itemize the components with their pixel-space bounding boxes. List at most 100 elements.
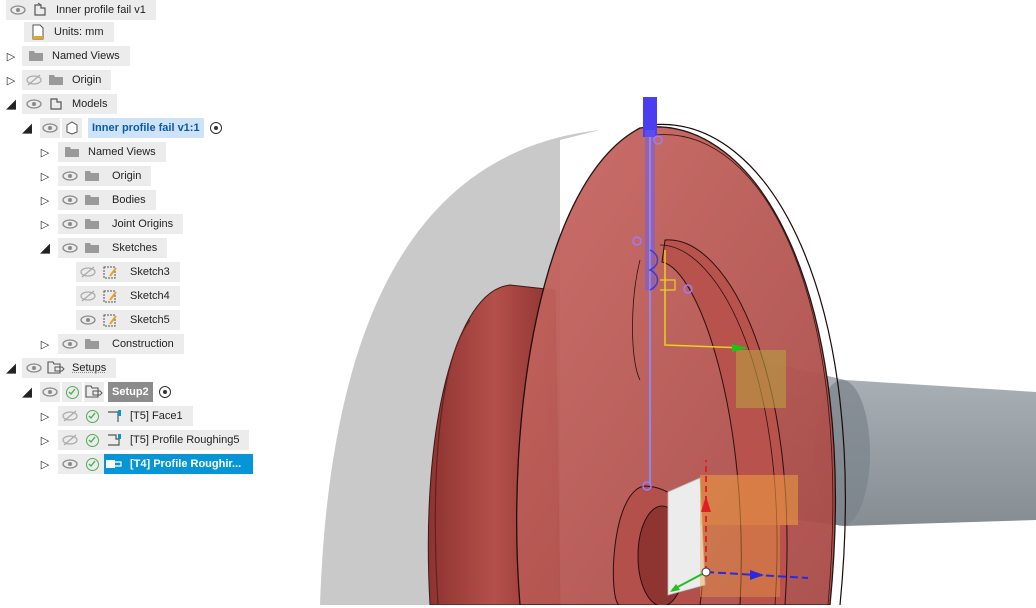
eye-icon[interactable] bbox=[60, 190, 80, 210]
check-circle-icon bbox=[62, 382, 82, 402]
bodies-label: Bodies bbox=[112, 194, 146, 206]
eye-icon[interactable] bbox=[78, 310, 98, 330]
folder-icon bbox=[82, 190, 102, 210]
joint-origins-label: Joint Origins bbox=[112, 218, 174, 230]
eye-icon[interactable] bbox=[8, 0, 28, 20]
op-profile-roughing5-label: [T5] Profile Roughing5 bbox=[130, 434, 240, 446]
root-document-label: Inner profile fail v1 bbox=[56, 4, 146, 16]
browser-item-setup2[interactable]: ◢ Setup2 bbox=[20, 382, 171, 402]
body-cube-icon bbox=[62, 118, 82, 138]
folder-icon bbox=[26, 46, 46, 66]
browser-item-models[interactable]: ◢ Models bbox=[4, 94, 118, 114]
profile-roughing-icon bbox=[104, 454, 124, 474]
units-document-icon bbox=[28, 22, 48, 42]
eye-icon[interactable] bbox=[24, 94, 44, 114]
browser-item-origin[interactable]: ▷ Origin bbox=[4, 70, 112, 90]
tool-box-lower bbox=[700, 475, 798, 525]
eye-icon[interactable] bbox=[24, 358, 44, 378]
eye-icon[interactable] bbox=[60, 214, 80, 234]
setup-icon bbox=[84, 382, 104, 402]
browser-item-comp-origin[interactable]: ▷ Origin bbox=[38, 166, 152, 186]
units-row[interactable]: Units: mm bbox=[24, 22, 114, 42]
browser-item-named-views[interactable]: ▷ Named Views bbox=[4, 46, 130, 66]
face-operation-icon bbox=[104, 406, 124, 426]
named-views-label: Named Views bbox=[52, 50, 120, 62]
browser-item-component[interactable]: ◢ Inner profile fail v1:1 bbox=[20, 118, 222, 138]
comp-named-views-label: Named Views bbox=[88, 146, 156, 158]
folder-icon bbox=[82, 214, 102, 234]
browser-item-bodies[interactable]: ▷ Bodies bbox=[38, 190, 156, 210]
sketch-icon bbox=[100, 262, 120, 282]
expand-arrow-icon[interactable]: ▷ bbox=[38, 430, 52, 450]
sketch3-label: Sketch3 bbox=[130, 266, 170, 278]
eye-icon[interactable] bbox=[40, 118, 60, 138]
sketches-label: Sketches bbox=[112, 242, 158, 254]
expand-arrow-icon[interactable]: ▷ bbox=[38, 190, 52, 210]
expand-arrow-icon[interactable]: ▷ bbox=[38, 454, 52, 474]
browser-item-construction[interactable]: ▷ Construction bbox=[38, 334, 184, 354]
eye-icon[interactable] bbox=[60, 166, 80, 186]
models-label: Models bbox=[72, 98, 108, 110]
eye-hidden-icon[interactable] bbox=[78, 262, 98, 282]
eye-icon[interactable] bbox=[40, 382, 60, 402]
expand-arrow-icon[interactable]: ▷ bbox=[38, 166, 52, 186]
sketch4-label: Sketch4 bbox=[130, 290, 170, 302]
setups-folder-icon bbox=[46, 358, 66, 378]
activate-component-radio[interactable] bbox=[209, 122, 222, 134]
op-face1-label: [T5] Face1 bbox=[130, 410, 183, 422]
units-label: Units: mm bbox=[54, 26, 104, 38]
sketch-icon bbox=[100, 310, 120, 330]
setups-label: Setups bbox=[72, 362, 107, 374]
comp-origin-label: Origin bbox=[112, 170, 142, 182]
expand-arrow-icon[interactable]: ▷ bbox=[38, 406, 52, 426]
expand-arrow-icon[interactable]: ▷ bbox=[4, 46, 18, 66]
browser-item-comp-named-views[interactable]: ▷ Named Views bbox=[38, 142, 166, 162]
origin-label: Origin bbox=[72, 74, 102, 86]
folder-icon bbox=[46, 70, 66, 90]
expand-arrow-icon[interactable]: ▷ bbox=[4, 70, 18, 90]
browser-item-setups[interactable]: ◢ Setups bbox=[4, 358, 117, 378]
eye-icon[interactable] bbox=[60, 334, 80, 354]
expand-arrow-icon[interactable]: ▷ bbox=[38, 214, 52, 234]
eye-hidden-icon[interactable] bbox=[78, 286, 98, 306]
eye-icon[interactable] bbox=[60, 238, 80, 258]
folder-icon bbox=[82, 166, 102, 186]
eye-icon[interactable] bbox=[60, 454, 80, 474]
eye-hidden-icon[interactable] bbox=[60, 406, 80, 426]
browser-item-op-profile-roughing-t4[interactable]: ▷ [T4] Profile Roughir... bbox=[38, 454, 254, 474]
folder-icon bbox=[62, 142, 82, 162]
collapse-arrow-icon[interactable]: ◢ bbox=[38, 238, 52, 258]
graphics-viewport[interactable] bbox=[300, 0, 1036, 607]
expand-arrow-icon[interactable]: ▷ bbox=[38, 142, 52, 162]
sketch5-label: Sketch5 bbox=[130, 314, 170, 326]
sketch-icon bbox=[100, 286, 120, 306]
collapse-arrow-icon[interactable]: ◢ bbox=[20, 382, 34, 402]
folder-icon bbox=[82, 334, 102, 354]
construction-label: Construction bbox=[112, 338, 174, 350]
browser-panel: Inner profile fail v1 Units: mm ▷ Named … bbox=[0, 0, 300, 605]
browser-item-sketch3[interactable]: Sketch3 bbox=[76, 262, 180, 282]
eye-hidden-icon[interactable] bbox=[60, 430, 80, 450]
browser-item-sketch5[interactable]: Sketch5 bbox=[76, 310, 180, 330]
activate-setup-radio[interactable] bbox=[158, 386, 171, 398]
op-profile-roughing-t4-label: [T4] Profile Roughir... bbox=[130, 458, 242, 470]
collapse-arrow-icon[interactable]: ◢ bbox=[20, 118, 34, 138]
check-circle-icon bbox=[82, 406, 102, 426]
setup2-label: Setup2 bbox=[108, 382, 153, 402]
folder-icon bbox=[82, 238, 102, 258]
stock-box bbox=[667, 477, 706, 596]
browser-item-joint-origins[interactable]: ▷ Joint Origins bbox=[38, 214, 184, 234]
collapse-arrow-icon[interactable]: ◢ bbox=[4, 94, 18, 114]
browser-item-op-face1[interactable]: ▷ [T5] Face1 bbox=[38, 406, 193, 426]
browser-item-op-profile-roughing5[interactable]: ▷ [T5] Profile Roughing5 bbox=[38, 430, 250, 450]
browser-root-row[interactable]: Inner profile fail v1 bbox=[6, 0, 156, 20]
browser-item-sketches[interactable]: ◢ Sketches bbox=[38, 238, 168, 258]
profile-roughing-icon bbox=[104, 430, 124, 450]
model-canvas[interactable] bbox=[300, 0, 1036, 607]
collapse-arrow-icon[interactable]: ◢ bbox=[4, 358, 18, 378]
tool-box-upper bbox=[736, 350, 786, 408]
eye-hidden-icon[interactable] bbox=[24, 70, 44, 90]
check-circle-icon bbox=[82, 454, 102, 474]
expand-arrow-icon[interactable]: ▷ bbox=[38, 334, 52, 354]
browser-item-sketch4[interactable]: Sketch4 bbox=[76, 286, 180, 306]
